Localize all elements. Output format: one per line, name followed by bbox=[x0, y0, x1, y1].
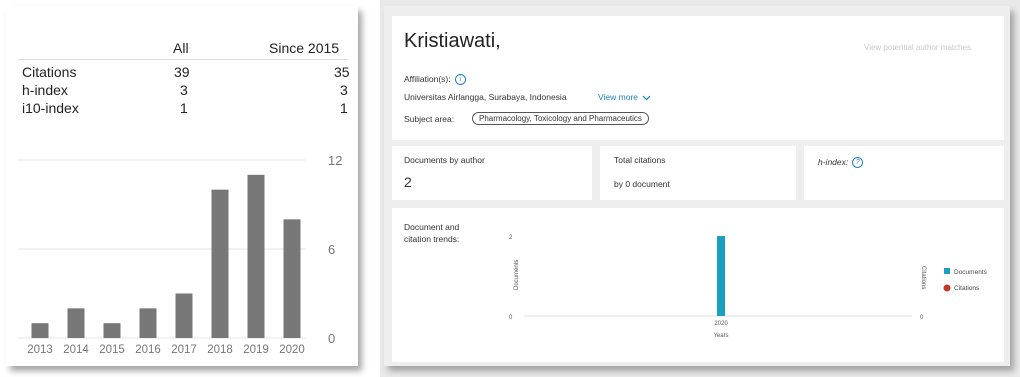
trends-card: Document and citation trends: 2 0 0 Documen… bbox=[392, 208, 1004, 362]
documents-bar-2020 bbox=[717, 236, 725, 316]
x-tick-label: 2013 bbox=[27, 344, 53, 356]
info-icon[interactable]: i bbox=[454, 74, 466, 86]
legend-citations-swatch bbox=[943, 284, 951, 292]
x-tick-label: 2019 bbox=[243, 344, 269, 356]
legend-documents-label: Documents bbox=[954, 269, 988, 276]
bar-2017 bbox=[175, 293, 193, 338]
documents-value[interactable]: 2 bbox=[404, 174, 412, 190]
chevron-down-icon bbox=[642, 95, 651, 101]
hindex-label-text: h-index: bbox=[818, 157, 849, 167]
x-tick-label: 2020 bbox=[714, 321, 728, 327]
bar-2016 bbox=[139, 308, 157, 338]
hindex-card: h-index:? bbox=[804, 146, 1004, 200]
bar-2013 bbox=[31, 323, 49, 338]
x-tick-label: 2020 bbox=[279, 344, 305, 356]
subject-area-label: Subject area: bbox=[404, 114, 455, 124]
bar-2018 bbox=[211, 189, 229, 338]
x-axis-title: Years bbox=[713, 333, 728, 339]
y-right-axis-title: Citations bbox=[920, 266, 926, 289]
y-tick-label: 12 bbox=[328, 153, 342, 168]
affiliation-value: Universitas Airlangga, Surabaya, Indones… bbox=[404, 92, 567, 102]
hindex-label: h-index:? bbox=[818, 157, 864, 169]
documents-card: Documents by author 2 bbox=[392, 146, 592, 200]
total-citations-label: Total citations bbox=[614, 155, 666, 165]
y-tick-label: 0 bbox=[509, 315, 513, 321]
y-right-tick-label: 0 bbox=[920, 315, 924, 321]
x-tick-label: 2015 bbox=[99, 344, 125, 356]
x-tick-label: 2014 bbox=[63, 344, 89, 356]
affiliation-label: Affiliation(s): i bbox=[404, 74, 466, 86]
bar-2014 bbox=[67, 308, 85, 338]
view-more-link[interactable]: View more bbox=[598, 92, 651, 102]
potential-author-matches-link[interactable]: View potential author matches bbox=[864, 43, 971, 52]
y-axis-title: Documents bbox=[514, 260, 520, 290]
scopus-page: Kristiawati, View potential author match… bbox=[384, 6, 1010, 366]
total-citations-card: Total citations by 0 document bbox=[600, 146, 796, 200]
x-tick-label: 2016 bbox=[135, 344, 161, 356]
citations-per-year-chart: 12 6 0 2013 2014 2015 2016 2017 2018 2019 2020 bbox=[18, 153, 342, 356]
scholar-card: All Since 2015 Citations 39 35 h-index 3… bbox=[6, 6, 358, 366]
author-header-card: Kristiawati, View potential author match… bbox=[392, 16, 1004, 140]
scopus-panel: Kristiawati, View potential author match… bbox=[380, 0, 1020, 377]
legend-citations-label: Citations bbox=[954, 285, 980, 292]
document-citation-trend-chart: 2 0 0 Documents Citations 2020 Years Documents C… bbox=[509, 235, 988, 339]
view-more-label: View more bbox=[598, 92, 638, 102]
y-tick-label: 2 bbox=[509, 235, 513, 241]
author-name: Kristiawati, bbox=[404, 30, 501, 52]
y-tick-label: 6 bbox=[328, 242, 335, 257]
x-tick-label: 2017 bbox=[171, 344, 197, 356]
subject-area-pill[interactable]: Pharmacology, Toxicology and Pharmaceuti… bbox=[472, 112, 649, 125]
y-tick-label: 0 bbox=[328, 331, 335, 346]
x-tick-label: 2018 bbox=[207, 344, 233, 356]
legend-documents-swatch bbox=[944, 268, 950, 274]
bar-2020 bbox=[283, 219, 301, 338]
total-citations-value: by 0 document bbox=[614, 179, 670, 189]
info-icon[interactable]: ? bbox=[852, 157, 864, 169]
bar-2019 bbox=[247, 174, 265, 338]
scholar-panel: All Since 2015 Citations 39 35 h-index 3… bbox=[0, 0, 368, 377]
bar-2015 bbox=[103, 323, 121, 338]
documents-label: Documents by author bbox=[404, 155, 485, 165]
affiliation-label-text: Affiliation(s): bbox=[404, 74, 451, 84]
